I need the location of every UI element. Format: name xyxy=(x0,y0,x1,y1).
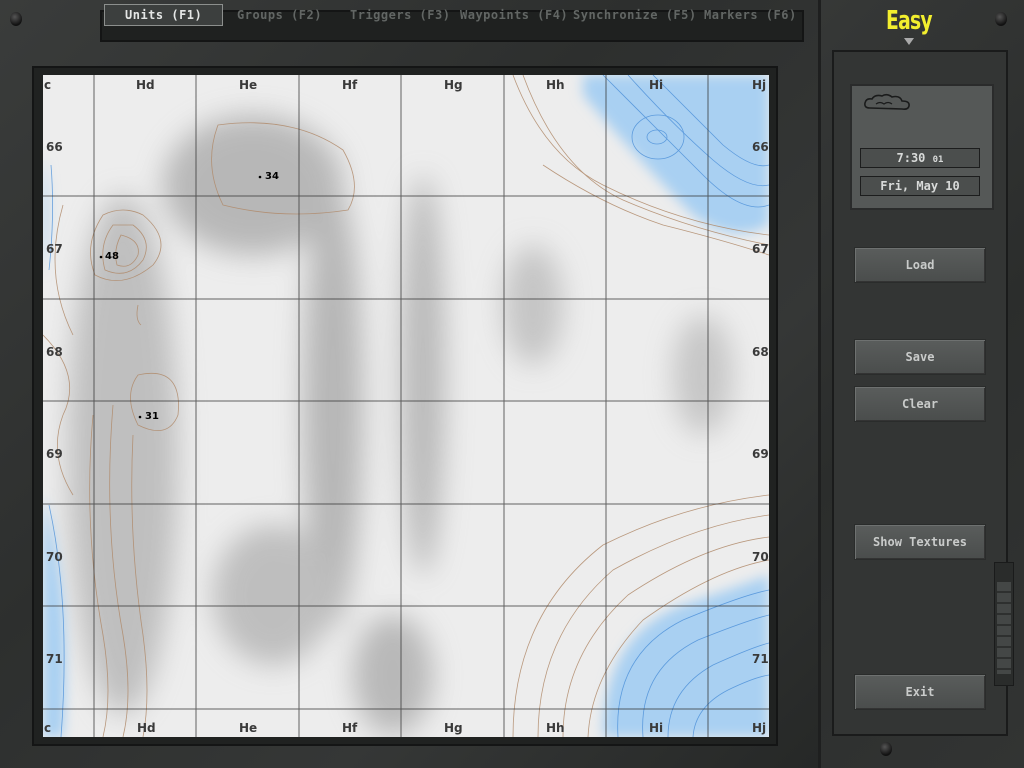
grid-col-label: c xyxy=(44,78,52,92)
tab-waypoints[interactable]: Waypoints (F4) xyxy=(460,4,568,26)
cloud-icon[interactable] xyxy=(862,92,914,114)
elevation-label: 48 xyxy=(105,251,119,262)
show-textures-button[interactable]: Show Textures xyxy=(854,524,986,560)
clear-button[interactable]: Clear xyxy=(854,386,986,422)
grid-row-label: 69 xyxy=(46,447,63,461)
screw-icon xyxy=(10,12,22,26)
grid-col-label: Hi xyxy=(649,78,664,92)
screw-icon xyxy=(995,12,1007,26)
grid-col-label: Hg xyxy=(444,78,463,92)
grid-row-label: 71 xyxy=(46,652,63,666)
time-main: 7:30 xyxy=(896,151,926,165)
grid-col-label: Hd xyxy=(136,78,155,92)
grid-row-label: 68 xyxy=(752,345,769,359)
grid-row-label: 66 xyxy=(46,140,63,154)
tab-triggers[interactable]: Triggers (F3) xyxy=(350,4,450,26)
difficulty-label[interactable]: Easy xyxy=(886,6,933,42)
grid-col-label: Hj xyxy=(752,78,767,92)
chevron-down-icon xyxy=(904,38,914,45)
grid-col-label: Hg xyxy=(444,721,463,735)
grid-col-label: Hi xyxy=(649,721,664,735)
grid-row-label: 67 xyxy=(752,242,769,256)
tab-groups[interactable]: Groups (F2) xyxy=(237,4,322,26)
elevation-label: 31 xyxy=(145,411,159,422)
screw-icon xyxy=(880,742,892,756)
grid-col-label: He xyxy=(239,721,258,735)
mission-date[interactable]: Fri, May 10 xyxy=(860,176,980,196)
topographic-map[interactable]: c Hd He Hf Hg Hh Hi Hj c Hd He Hf Hg Hh … xyxy=(43,75,769,737)
grid-col-label: Hf xyxy=(342,78,358,92)
grid-col-label: Hj xyxy=(752,721,767,735)
grid-col-label: Hh xyxy=(546,721,565,735)
grid-col-label: Hf xyxy=(342,721,358,735)
grid-row-label: 67 xyxy=(46,242,63,256)
grid-col-label: He xyxy=(239,78,258,92)
map-terrain xyxy=(43,75,769,737)
grid-row-label: 68 xyxy=(46,345,63,359)
tab-markers[interactable]: Markers (F6) xyxy=(704,4,797,26)
grid-row-label: 66 xyxy=(752,140,769,154)
grid-col-label: Hd xyxy=(137,721,156,735)
mission-time[interactable]: 7:30 01 xyxy=(860,148,980,168)
exit-button[interactable]: Exit xyxy=(854,674,986,710)
load-button[interactable]: Load xyxy=(854,247,986,283)
grid-row-label: 70 xyxy=(46,550,63,564)
tab-synchronize[interactable]: Synchronize (F5) xyxy=(573,4,697,26)
grid-col-label: Hh xyxy=(546,78,565,92)
grid-col-label: c xyxy=(44,721,52,735)
grid-row-label: 69 xyxy=(752,447,769,461)
save-button[interactable]: Save xyxy=(854,339,986,375)
scroll-thumb[interactable] xyxy=(997,582,1011,674)
grid-row-label: 71 xyxy=(752,652,769,666)
grid-row-label: 70 xyxy=(752,550,769,564)
time-seconds: 01 xyxy=(932,155,944,165)
elevation-label: 34 xyxy=(265,171,279,182)
tab-units[interactable]: Units (F1) xyxy=(104,4,224,26)
